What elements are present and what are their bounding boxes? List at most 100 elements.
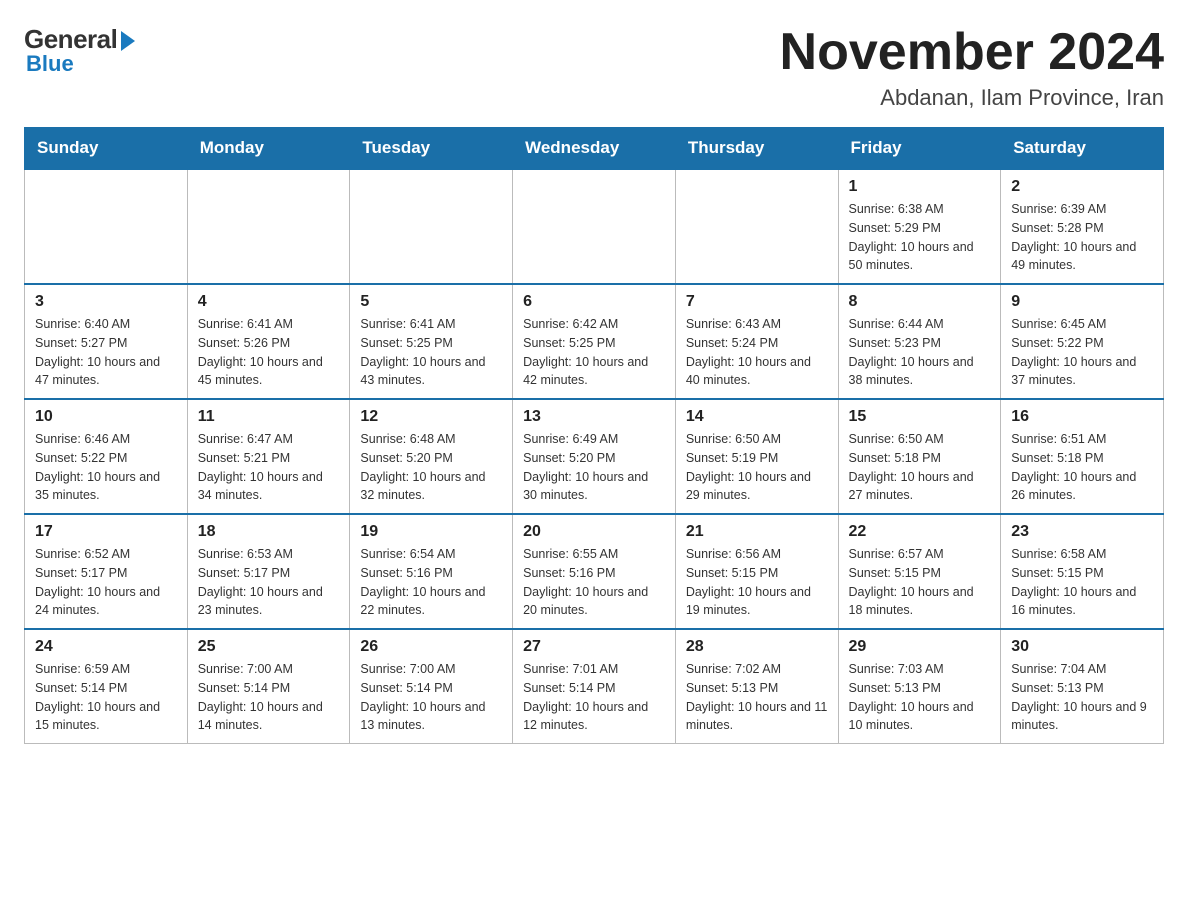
calendar-cell: 23 Sunrise: 6:58 AMSunset: 5:15 PMDayligh… (1001, 514, 1164, 629)
location: Abdanan, Ilam Province, Iran (780, 85, 1164, 111)
day-number: 20 (523, 523, 665, 541)
calendar-cell: 4 Sunrise: 6:41 AMSunset: 5:26 PMDaylight… (187, 284, 350, 399)
day-number: 22 (849, 523, 991, 541)
day-number: 21 (686, 523, 828, 541)
calendar-cell (350, 169, 513, 284)
weekday-header-monday: Monday (187, 128, 350, 170)
day-number: 30 (1011, 638, 1153, 656)
calendar-cell: 1Sunrise: 6:38 AMSunset: 5:29 PMDaylight… (838, 169, 1001, 284)
calendar-cell: 2 Sunrise: 6:39 AMSunset: 5:28 PMDaylight… (1001, 169, 1164, 284)
logo: General Blue (24, 24, 135, 77)
calendar-cell: 25 Sunrise: 7:00 AMSunset: 5:14 PMDayligh… (187, 629, 350, 744)
calendar-cell: 21 Sunrise: 6:56 AMSunset: 5:15 PMDayligh… (675, 514, 838, 629)
calendar-cell: 13Sunrise: 6:49 AMSunset: 5:20 PMDayligh… (513, 399, 676, 514)
week-row-5: 24Sunrise: 6:59 AMSunset: 5:14 PMDayligh… (25, 629, 1164, 744)
weekday-header-sunday: Sunday (25, 128, 188, 170)
day-info: Sunrise: 6:52 AMSunset: 5:17 PMDaylight:… (35, 545, 177, 620)
day-info: Sunrise: 6:50 AMSunset: 5:18 PMDaylight:… (849, 430, 991, 505)
calendar-cell: 20 Sunrise: 6:55 AMSunset: 5:16 PMDayligh… (513, 514, 676, 629)
day-info: Sunrise: 6:53 AMSunset: 5:17 PMDaylight:… (198, 545, 340, 620)
day-number: 14 (686, 408, 828, 426)
day-info: Sunrise: 7:00 AMSunset: 5:14 PMDaylight:… (198, 660, 340, 735)
day-number: 8 (849, 293, 991, 311)
day-info: Sunrise: 6:56 AMSunset: 5:15 PMDaylight:… (686, 545, 828, 620)
day-info: Sunrise: 7:02 AMSunset: 5:13 PMDaylight:… (686, 660, 828, 735)
calendar-cell: 15 Sunrise: 6:50 AMSunset: 5:18 PMDayligh… (838, 399, 1001, 514)
calendar-cell: 30 Sunrise: 7:04 AMSunset: 5:13 PMDayligh… (1001, 629, 1164, 744)
day-info: Sunrise: 6:48 AMSunset: 5:20 PMDaylight:… (360, 430, 502, 505)
day-info: Sunrise: 6:40 AMSunset: 5:27 PMDaylight:… (35, 315, 177, 390)
calendar-cell: 28 Sunrise: 7:02 AMSunset: 5:13 PMDayligh… (675, 629, 838, 744)
day-number: 28 (686, 638, 828, 656)
day-number: 15 (849, 408, 991, 426)
day-number: 6 (523, 293, 665, 311)
day-number: 17 (35, 523, 177, 541)
day-number: 18 (198, 523, 340, 541)
day-info: Sunrise: 6:43 AMSunset: 5:24 PMDaylight:… (686, 315, 828, 390)
day-number: 29 (849, 638, 991, 656)
calendar-cell: 26Sunrise: 7:00 AMSunset: 5:14 PMDayligh… (350, 629, 513, 744)
day-info: Sunrise: 7:01 AMSunset: 5:14 PMDaylight:… (523, 660, 665, 735)
calendar-table: SundayMondayTuesdayWednesdayThursdayFrid… (24, 127, 1164, 744)
calendar-cell: 27Sunrise: 7:01 AMSunset: 5:14 PMDayligh… (513, 629, 676, 744)
day-info: Sunrise: 6:44 AMSunset: 5:23 PMDaylight:… (849, 315, 991, 390)
day-number: 10 (35, 408, 177, 426)
day-info: Sunrise: 6:58 AMSunset: 5:15 PMDaylight:… (1011, 545, 1153, 620)
day-info: Sunrise: 6:46 AMSunset: 5:22 PMDaylight:… (35, 430, 177, 505)
day-number: 3 (35, 293, 177, 311)
calendar-cell: 7 Sunrise: 6:43 AMSunset: 5:24 PMDaylight… (675, 284, 838, 399)
weekday-header-row: SundayMondayTuesdayWednesdayThursdayFrid… (25, 128, 1164, 170)
calendar-cell: 10 Sunrise: 6:46 AMSunset: 5:22 PMDayligh… (25, 399, 188, 514)
calendar-cell: 22 Sunrise: 6:57 AMSunset: 5:15 PMDayligh… (838, 514, 1001, 629)
day-info: Sunrise: 6:42 AMSunset: 5:25 PMDaylight:… (523, 315, 665, 390)
weekday-header-saturday: Saturday (1001, 128, 1164, 170)
day-info: Sunrise: 6:50 AMSunset: 5:19 PMDaylight:… (686, 430, 828, 505)
week-row-3: 10 Sunrise: 6:46 AMSunset: 5:22 PMDayligh… (25, 399, 1164, 514)
calendar-cell: 16 Sunrise: 6:51 AMSunset: 5:18 PMDayligh… (1001, 399, 1164, 514)
day-info: Sunrise: 7:04 AMSunset: 5:13 PMDaylight:… (1011, 660, 1153, 735)
day-number: 23 (1011, 523, 1153, 541)
day-info: Sunrise: 6:38 AMSunset: 5:29 PMDaylight:… (849, 200, 991, 275)
day-info: Sunrise: 6:57 AMSunset: 5:15 PMDaylight:… (849, 545, 991, 620)
calendar-cell (675, 169, 838, 284)
day-info: Sunrise: 6:51 AMSunset: 5:18 PMDaylight:… (1011, 430, 1153, 505)
day-number: 2 (1011, 178, 1153, 196)
day-number: 16 (1011, 408, 1153, 426)
weekday-header-tuesday: Tuesday (350, 128, 513, 170)
day-number: 24 (35, 638, 177, 656)
weekday-header-friday: Friday (838, 128, 1001, 170)
day-info: Sunrise: 6:49 AMSunset: 5:20 PMDaylight:… (523, 430, 665, 505)
calendar-cell: 9 Sunrise: 6:45 AMSunset: 5:22 PMDaylight… (1001, 284, 1164, 399)
day-number: 11 (198, 408, 340, 426)
calendar-cell: 29Sunrise: 7:03 AMSunset: 5:13 PMDayligh… (838, 629, 1001, 744)
day-info: Sunrise: 7:00 AMSunset: 5:14 PMDaylight:… (360, 660, 502, 735)
page-header: General Blue November 2024 Abdanan, Ilam… (24, 24, 1164, 111)
day-info: Sunrise: 6:47 AMSunset: 5:21 PMDaylight:… (198, 430, 340, 505)
day-info: Sunrise: 6:41 AMSunset: 5:26 PMDaylight:… (198, 315, 340, 390)
month-title: November 2024 (780, 24, 1164, 81)
calendar-cell: 11 Sunrise: 6:47 AMSunset: 5:21 PMDayligh… (187, 399, 350, 514)
week-row-4: 17 Sunrise: 6:52 AMSunset: 5:17 PMDayligh… (25, 514, 1164, 629)
calendar-cell: 19Sunrise: 6:54 AMSunset: 5:16 PMDayligh… (350, 514, 513, 629)
day-number: 4 (198, 293, 340, 311)
day-info: Sunrise: 6:39 AMSunset: 5:28 PMDaylight:… (1011, 200, 1153, 275)
day-info: Sunrise: 6:45 AMSunset: 5:22 PMDaylight:… (1011, 315, 1153, 390)
calendar-cell: 3 Sunrise: 6:40 AMSunset: 5:27 PMDaylight… (25, 284, 188, 399)
logo-blue-text: Blue (26, 51, 74, 77)
calendar-cell (513, 169, 676, 284)
logo-triangle-icon (121, 31, 135, 51)
calendar-cell: 18 Sunrise: 6:53 AMSunset: 5:17 PMDayligh… (187, 514, 350, 629)
calendar-cell (25, 169, 188, 284)
day-info: Sunrise: 6:55 AMSunset: 5:16 PMDaylight:… (523, 545, 665, 620)
day-number: 25 (198, 638, 340, 656)
calendar-cell: 5Sunrise: 6:41 AMSunset: 5:25 PMDaylight… (350, 284, 513, 399)
week-row-2: 3 Sunrise: 6:40 AMSunset: 5:27 PMDaylight… (25, 284, 1164, 399)
weekday-header-wednesday: Wednesday (513, 128, 676, 170)
calendar-cell: 6 Sunrise: 6:42 AMSunset: 5:25 PMDaylight… (513, 284, 676, 399)
day-number: 7 (686, 293, 828, 311)
day-info: Sunrise: 6:41 AMSunset: 5:25 PMDaylight:… (360, 315, 502, 390)
calendar-cell: 12 Sunrise: 6:48 AMSunset: 5:20 PMDayligh… (350, 399, 513, 514)
weekday-header-thursday: Thursday (675, 128, 838, 170)
day-number: 12 (360, 408, 502, 426)
day-number: 9 (1011, 293, 1153, 311)
